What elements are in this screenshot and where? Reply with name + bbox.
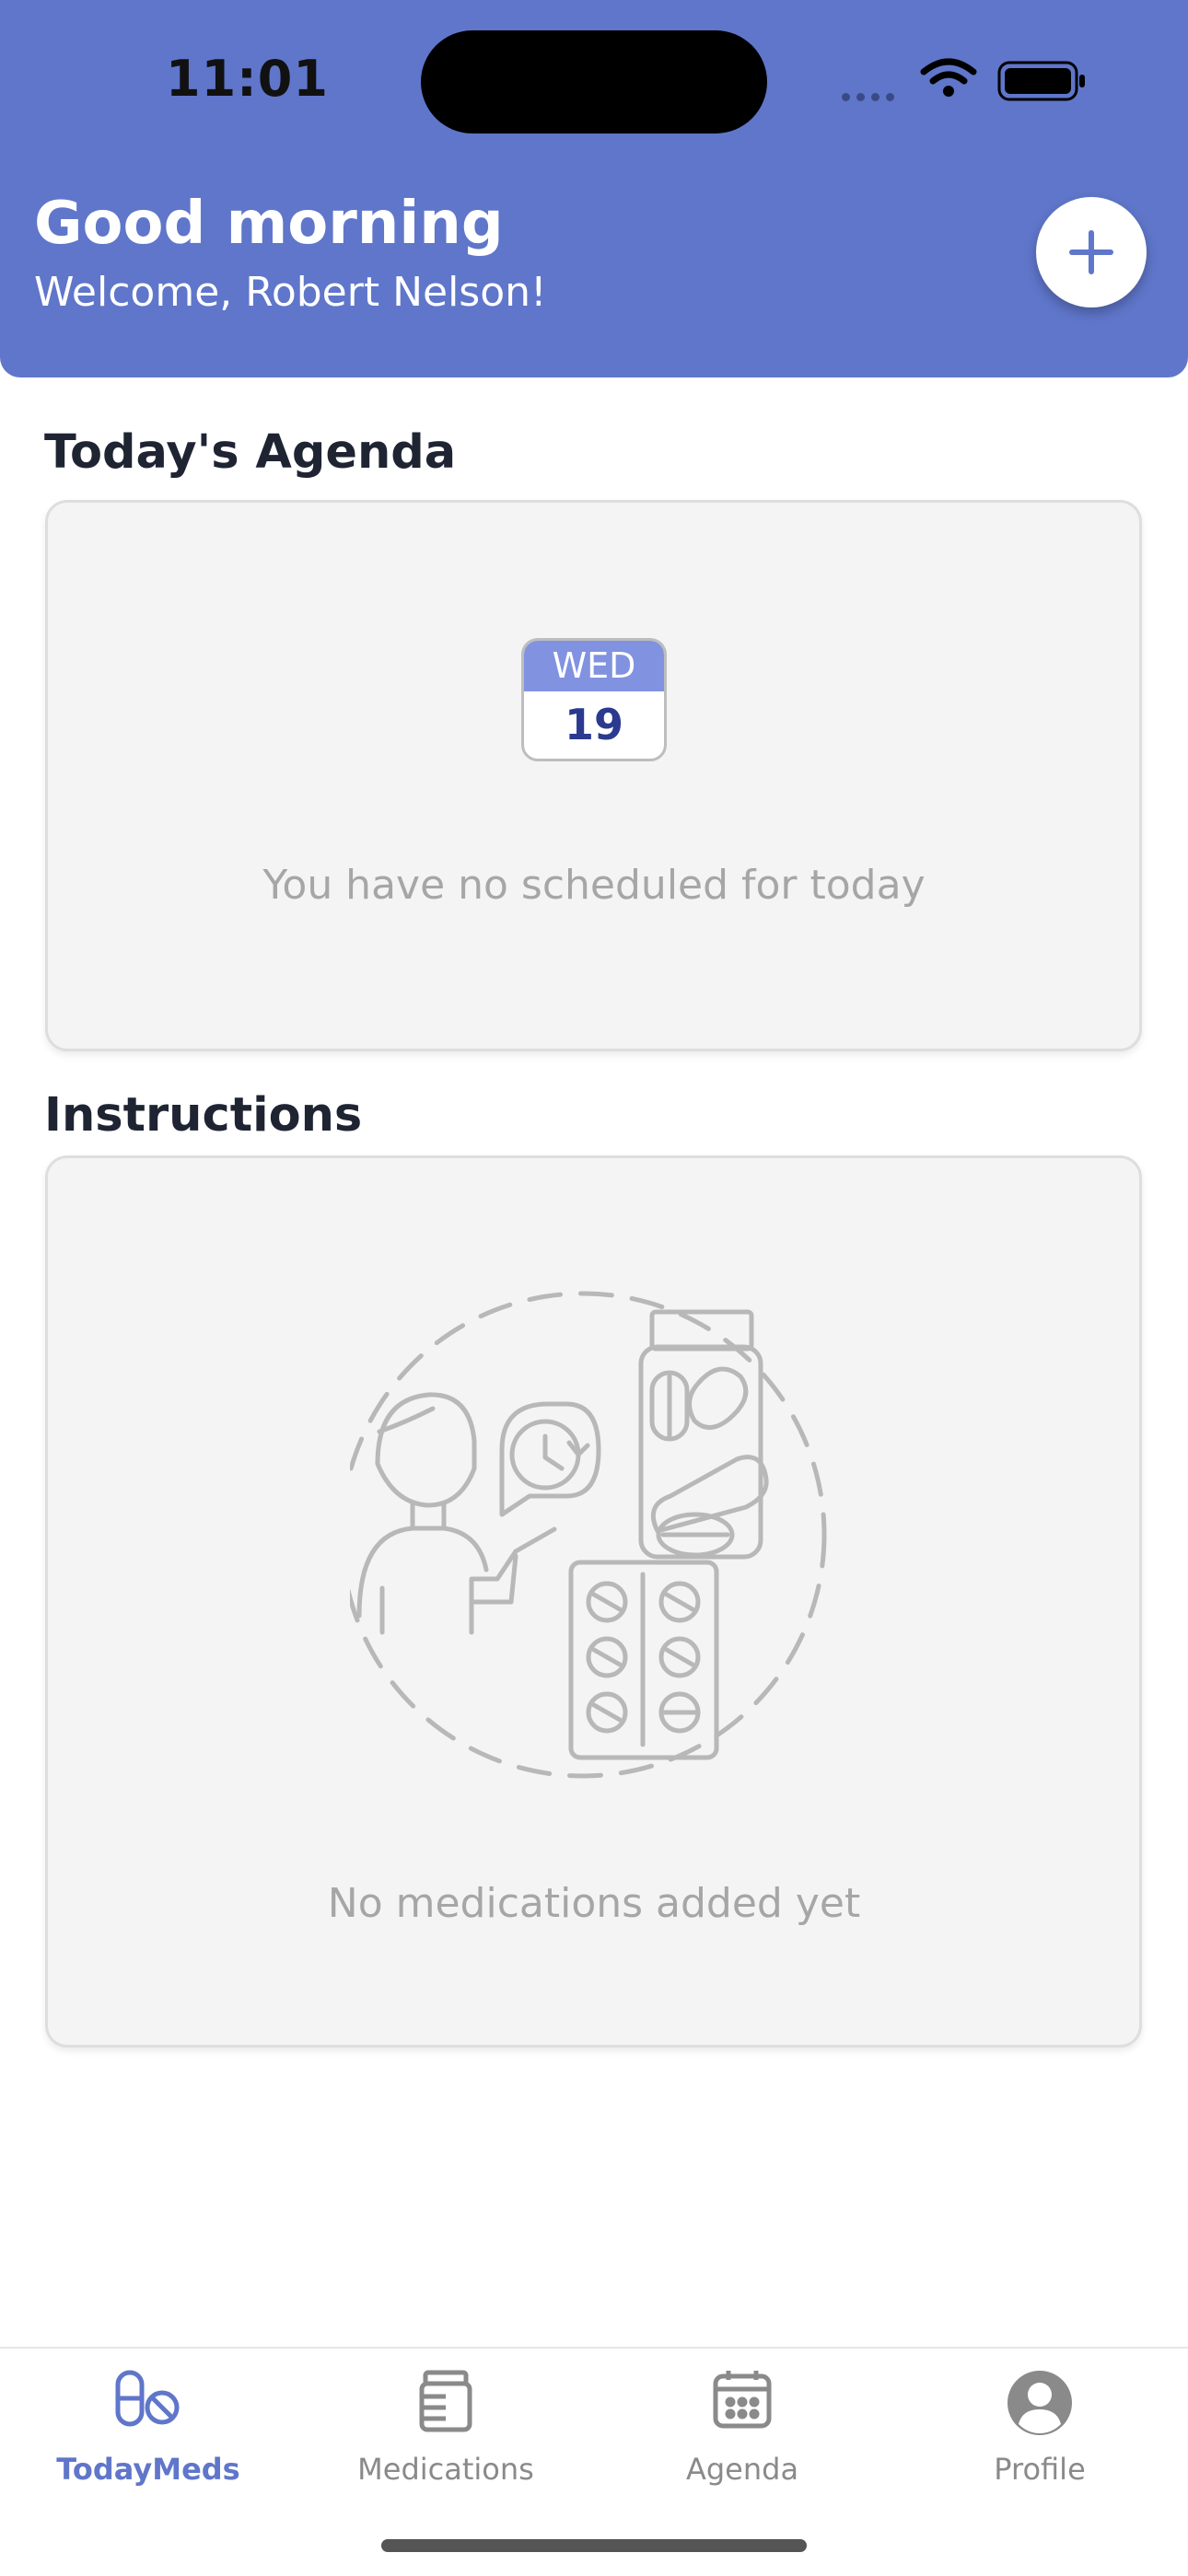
- dynamic-island: [421, 30, 767, 133]
- greeting-title: Good morning: [34, 190, 504, 258]
- home-indicator[interactable]: [381, 2539, 807, 2552]
- instructions-empty-message: No medications added yet: [327, 1880, 861, 1927]
- calendar-date: 19: [564, 700, 623, 749]
- plus-icon: [1069, 230, 1113, 274]
- app-header: 11:01 Good morning Welcome, Robert Nelso…: [0, 0, 1188, 377]
- agenda-section-title: Today's Agenda: [44, 425, 457, 480]
- medicine-bottle-icon: [418, 2369, 473, 2437]
- battery-icon: [997, 61, 1086, 105]
- pills-icon: [114, 2369, 182, 2431]
- agenda-card: [45, 500, 1142, 1051]
- status-time: 11:01: [166, 50, 329, 108]
- tab-label: Medications: [357, 2452, 534, 2487]
- calendar-icon: WED 19: [521, 638, 667, 761]
- calendar-icon: [712, 2369, 773, 2433]
- welcome-message: Welcome, Robert Nelson!: [34, 269, 547, 316]
- calendar-day: WED: [524, 641, 664, 691]
- user-avatar-icon: [1006, 2369, 1074, 2441]
- tab-label: Profile: [994, 2452, 1086, 2487]
- agenda-empty-message: You have no scheduled for today: [262, 862, 926, 909]
- cellular-signal-icon: [842, 87, 901, 105]
- add-medication-button[interactable]: [1036, 197, 1147, 307]
- tab-label: Agenda: [685, 2452, 799, 2487]
- wifi-icon: [920, 57, 977, 101]
- instructions-section-title: Instructions: [44, 1088, 363, 1143]
- tab-label: TodayMeds: [56, 2452, 240, 2487]
- doctor-pills-illustration: [339, 1284, 838, 1785]
